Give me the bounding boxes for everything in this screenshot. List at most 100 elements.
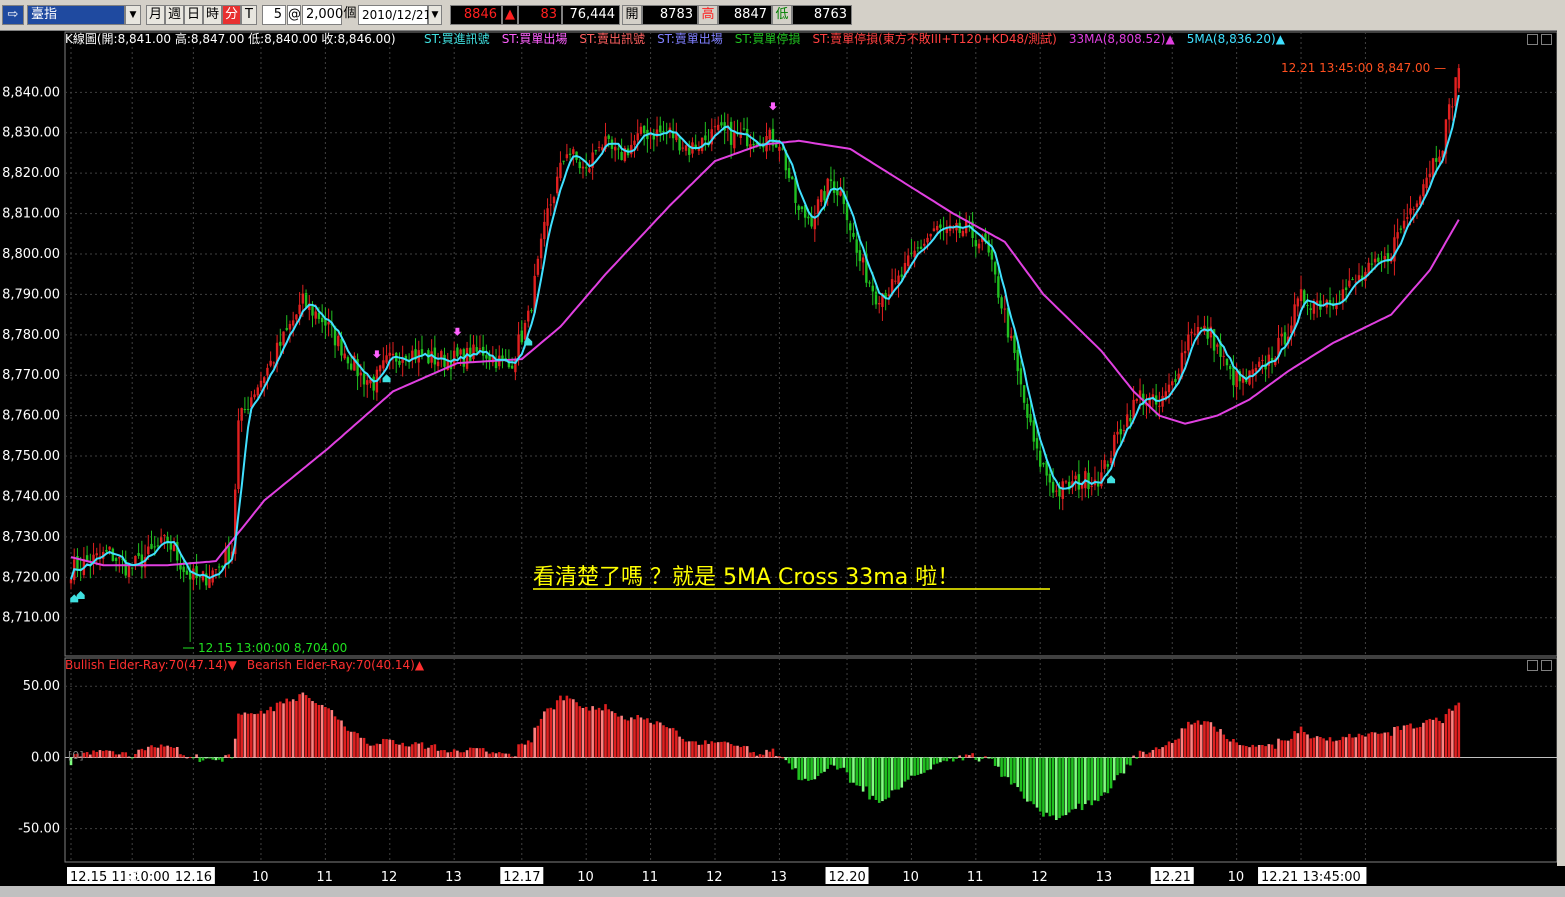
elder-ray-bar (926, 757, 929, 771)
buy-signal-icon (76, 591, 85, 600)
candle (916, 240, 920, 253)
elder-ray-bar (887, 757, 891, 798)
candle (1216, 342, 1219, 355)
elder-ray-bar (179, 754, 182, 758)
subpanel-maximize-icon[interactable] (1541, 660, 1552, 671)
candle (655, 116, 659, 147)
elder-ray-bar (633, 719, 636, 758)
candle (581, 160, 585, 179)
svg-text:12.16: 12.16 (175, 870, 212, 885)
candle (836, 181, 839, 207)
x-axis-tick-label: 10 (252, 870, 269, 885)
kline-legend: K線圖(開:8,841.00 高:8,847.00 低:8,840.00 收:8… (65, 31, 396, 46)
candle (130, 567, 134, 576)
candle (237, 408, 240, 494)
elder-ray-bar (768, 751, 772, 758)
elder-ray-bar (990, 757, 994, 759)
candle (565, 143, 569, 162)
buy-signal-icon (1107, 475, 1116, 484)
elder-ray-bar (1235, 742, 1238, 758)
elder-ray-bar (121, 752, 124, 758)
y-axis-tick-label: 8,710.00 (2, 611, 60, 626)
candle (1068, 475, 1071, 495)
candle (791, 175, 794, 180)
candle (1325, 298, 1328, 315)
candle (1187, 321, 1190, 356)
elder-ray-bar (1222, 734, 1226, 758)
candle (1451, 98, 1454, 121)
elder-ray-bar (1042, 757, 1045, 817)
candle (327, 308, 330, 337)
elder-ray-bar (485, 751, 488, 758)
elder-ray-bar (678, 736, 681, 758)
elder-ray-bar (742, 745, 746, 758)
elder-ray-bar (1241, 745, 1245, 758)
elder-ray-bar (765, 749, 768, 758)
candle (874, 285, 878, 309)
y-axis-tick-label: 8,840.00 (2, 85, 60, 100)
elder-ray-bar (1190, 724, 1193, 758)
elder-ray-bar (636, 715, 640, 758)
elder-ray-bar (1389, 735, 1393, 758)
candle (304, 289, 308, 309)
candle (945, 220, 949, 245)
legend-item: ST:買單出場 (502, 32, 568, 46)
x-axis-tick-label: 11 (316, 870, 333, 885)
y-axis-tick-label: 8,730.00 (2, 530, 60, 545)
elder-ray-bar (1447, 708, 1451, 758)
elder-ray-bar (1154, 747, 1158, 758)
elder-ray-bar (1277, 738, 1280, 758)
candle (411, 345, 414, 369)
elder-ray-bar (1164, 745, 1168, 758)
elder-ray-bar (997, 757, 1000, 767)
elder-ray-bar (1119, 757, 1123, 774)
elder-ray-bar (790, 757, 794, 770)
x-axis-tick-label: 11 (642, 870, 659, 885)
candle (771, 118, 775, 152)
high-annotation: 12.21 13:45:00 8,847.00 — (1281, 61, 1446, 75)
elder-ray-bar (475, 748, 479, 758)
elder-ray-bar (559, 695, 562, 758)
elder-ray-bar (372, 745, 375, 758)
elder-ray-bar (639, 717, 643, 758)
elder-ray-bar (1203, 721, 1206, 758)
vertical-scrollbar[interactable] (1557, 30, 1565, 866)
elder-ray-bar (675, 730, 678, 758)
candle (623, 145, 627, 163)
elder-ray-bar (188, 756, 192, 758)
elder-ray-bar (356, 733, 359, 758)
price-chart[interactable]: 8,710.00 8,720.00 8,730.00 8,740.00 8,750.00… (0, 0, 1557, 886)
elder-ray-bar (980, 757, 984, 759)
elder-ray-bar (1051, 757, 1055, 816)
elder-ray-bar (935, 757, 939, 764)
svg-text:12: 12 (1031, 870, 1048, 885)
elder-ray-bar (127, 756, 131, 758)
elder-ray-bar (266, 710, 269, 758)
elder-ray-bar (185, 757, 189, 759)
elder-ray-bar (910, 757, 913, 776)
elder-ray-bar (285, 698, 289, 758)
elder-ray-bar (1096, 757, 1100, 802)
elder-ray-bar (594, 709, 598, 758)
elder-ray-bar (427, 747, 430, 758)
elder-ray-bar (1228, 741, 1232, 758)
elder-ray-bar (446, 752, 450, 758)
panel-maximize-icon[interactable] (1541, 34, 1552, 45)
candle (114, 556, 118, 572)
panel-minimize-icon[interactable] (1527, 34, 1538, 45)
elder-ray-bar (877, 757, 881, 803)
elder-ray-bar (897, 757, 900, 790)
elder-ray-bar (803, 757, 807, 779)
elder-ray-bar (658, 722, 662, 758)
elder-ray-bar (150, 745, 153, 758)
candle (549, 193, 552, 216)
y-axis-tick-label: 8,720.00 (2, 570, 60, 585)
candle (1145, 394, 1148, 419)
y-axis-tick-label: 8,790.00 (2, 287, 60, 302)
caption-text: 看清楚了嗎 ？就是 5MA Cross 33ma 啦！ (533, 565, 959, 590)
candle (279, 328, 282, 355)
candle (1087, 460, 1090, 499)
subpanel-minimize-icon[interactable] (1527, 660, 1538, 671)
candle (320, 304, 324, 333)
elder-ray-bar (1135, 757, 1139, 759)
